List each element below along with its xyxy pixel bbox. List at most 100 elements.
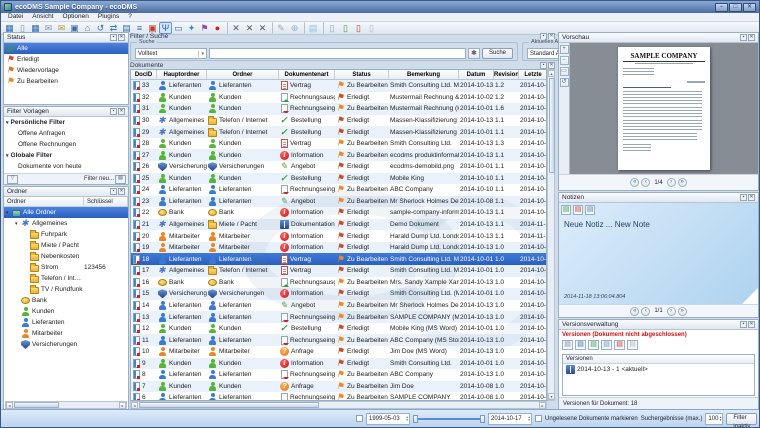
float-panel-icon[interactable]: ▪ (740, 34, 747, 41)
folder-tree-item[interactable]: ▾ Alle Ordner (4, 207, 128, 218)
float-panel-icon[interactable]: ▪ (540, 62, 547, 69)
folder-tree-item[interactable]: ▾ Allgemeines (4, 218, 128, 229)
scroll-left-icon[interactable]: ◂ (6, 402, 13, 409)
table-row[interactable]: 17 Allgemeines Telefon / Internet Vertra… (131, 265, 546, 277)
table-row[interactable]: 23 Lieferanten Lieferanten Angebot Zu Be… (131, 196, 546, 208)
menu-optionen[interactable]: Optionen (59, 13, 93, 21)
sticky-note[interactable]: ▤▤▤ Neue Notiz ... New Note 2014-11-18 1… (559, 203, 758, 304)
table-row[interactable]: 30 Allgemeines Telefon / Internet Bestel… (131, 115, 546, 127)
title-bar[interactable]: ecoDMS Sample Company - ecoDMS –□✕ (1, 1, 759, 13)
version-export-icon[interactable]: ▤ (588, 340, 599, 350)
folder-tree-item[interactable]: Kunden (4, 306, 128, 317)
version-copy-icon[interactable]: ▤ (601, 340, 612, 350)
scroll-right-icon[interactable]: ▸ (539, 402, 546, 409)
slider-handle-left[interactable] (413, 415, 418, 423)
close-panel-icon[interactable]: ✕ (748, 321, 755, 328)
header-hauptordner[interactable]: Hauptordner (157, 70, 207, 79)
table-row[interactable]: 29 Allgemeines Telefon / Internet Bestel… (131, 126, 546, 138)
table-row[interactable]: 32 Kunden Kunden Rechnungsausgang Erledi… (131, 92, 546, 104)
header-revision[interactable]: Revision (494, 70, 519, 79)
table-row[interactable]: 6 Lieferanten Lieferanten Rechnungseinga… (131, 392, 546, 401)
float-panel-icon[interactable]: ▪ (740, 194, 747, 201)
prev-page-icon[interactable]: ‹ (641, 178, 650, 187)
table-row[interactable]: 22 Bank Bank Information Erledigt sample… (131, 207, 546, 219)
date-range-slider[interactable] (413, 414, 485, 424)
header-status[interactable]: Status (335, 70, 389, 79)
menu-datei[interactable]: Datei (4, 13, 27, 21)
close-panel-icon[interactable]: ✕ (118, 188, 125, 195)
folders-hscrollbar[interactable]: ◂ ▸ (5, 401, 127, 409)
folder-tree-item[interactable]: Miete / Pacht (4, 240, 128, 251)
maximize-button[interactable]: □ (729, 3, 742, 12)
table-row[interactable]: 21 Allgemeines Miete / Pacht Dokumentati… (131, 219, 546, 231)
note-delete-icon[interactable]: ▤ (573, 205, 583, 215)
folder-tree-item[interactable]: Fuhrpark (4, 229, 128, 240)
folder-column-key[interactable]: Schlüssel (84, 197, 128, 206)
menu-ansicht[interactable]: Ansicht (28, 13, 57, 21)
note-edit-icon[interactable]: ▤ (585, 205, 595, 215)
search-button[interactable]: Suche (482, 48, 513, 59)
float-panel-icon[interactable]: ▪ (110, 34, 117, 41)
scroll-down-icon[interactable]: ▾ (548, 393, 555, 400)
new-filter-button[interactable]: ▤ (115, 175, 126, 184)
table-row[interactable]: 19 Mitarbeiter Mitarbeiter Information E… (131, 242, 546, 254)
note-add-icon[interactable]: ▤ (561, 205, 571, 215)
filter-template-item[interactable]: Dokumente von heute (4, 161, 128, 172)
menu-help[interactable]: ? (124, 13, 136, 21)
table-vscrollbar[interactable]: ▴ ▾ (547, 69, 555, 401)
status-filter-item[interactable]: Wiedervorlage (4, 65, 128, 76)
filter-template-item[interactable]: Offene Rechnungen (4, 139, 128, 150)
search-settings-icon[interactable]: ✱ (468, 48, 480, 59)
filter-inactive-button[interactable]: Filter inaktiv (726, 413, 757, 425)
header-datum[interactable]: Datum (459, 70, 494, 79)
folder-tree-item[interactable]: Bank (4, 295, 128, 306)
status-filter-item[interactable]: Alle (4, 43, 128, 54)
results-spinbox[interactable]: 100 ▴▾ (705, 413, 723, 425)
menu-plugins[interactable]: Plugins (94, 13, 123, 21)
status-filter-item[interactable]: Erledigt (4, 54, 128, 65)
table-row[interactable]: 15 Versicherungen Versicherungen Informa… (131, 288, 546, 300)
close-panel-icon[interactable]: ✕ (548, 62, 555, 69)
date-from-field[interactable]: 1999-05-03 ▴▾ (366, 413, 410, 425)
table-row[interactable]: 10 Mitarbeiter Mitarbeiter Anfrage Erled… (131, 346, 546, 358)
rotate-icon[interactable]: ↺ (560, 78, 569, 87)
date-to-field[interactable]: 2014-10-17 ▴▾ (488, 413, 532, 425)
minimize-button[interactable]: – (715, 3, 728, 12)
zoom-out-icon[interactable]: − (560, 56, 569, 65)
first-note-icon[interactable]: « (630, 307, 639, 316)
version-open-icon[interactable]: ▤ (562, 340, 573, 350)
float-panel-icon[interactable]: ▪ (110, 188, 117, 195)
last-note-icon[interactable]: » (678, 307, 687, 316)
table-row[interactable]: 14 Lieferanten Lieferanten Angebot Zu Be… (131, 300, 546, 312)
table-row[interactable]: 12 Kunden Kunden Bestellung Erledigt Mob… (131, 323, 546, 335)
folder-tree-item[interactable]: Nebenkosten (4, 251, 128, 262)
folder-tree-item[interactable]: Telefon / Internet (4, 273, 128, 284)
close-panel-icon[interactable]: ✕ (118, 108, 125, 115)
search-input[interactable] (209, 48, 466, 59)
table-hscrollbar[interactable]: ◂ ▸ (130, 401, 547, 409)
header-ordner[interactable]: Ordner (207, 70, 279, 79)
folder-tree-item[interactable]: TV / Rundfunk (4, 284, 128, 295)
folder-tree-item[interactable]: Lieferanten (4, 317, 128, 328)
folder-tree-item[interactable]: Mitarbeiter (4, 328, 128, 339)
table-row[interactable]: 31 Kunden Kunden Rechnungseingang Zu Bea… (131, 103, 546, 115)
version-item[interactable]: 2014-10-13 - 1 <aktuell> (563, 364, 754, 375)
zoom-in-icon[interactable]: + (560, 45, 569, 54)
header-dokumentenart[interactable]: Dokumentenart (279, 70, 335, 79)
slider-handle-right[interactable] (480, 415, 485, 423)
filter-template-item[interactable]: Offene Anfragen (4, 128, 128, 139)
fit-width-icon[interactable]: ▭ (560, 67, 569, 76)
search-mode-select[interactable]: Volltext▾ (135, 48, 207, 59)
table-row[interactable]: 26 Versicherungen Versicherungen Angebot… (131, 161, 546, 173)
table-row[interactable]: 16 Bank Bank Rechnungsausgang Zu Bearbei… (131, 277, 546, 289)
table-row[interactable]: 11 Lieferanten Lieferanten Rechnungseing… (131, 334, 546, 346)
table-row[interactable]: 20 Mitarbeiter Mitarbeiter Information E… (131, 230, 546, 242)
table-row[interactable]: 24 Lieferanten Lieferanten Rechnungseing… (131, 184, 546, 196)
filter-template-item[interactable]: Persönliche Filter (4, 117, 128, 128)
close-panel-icon[interactable]: ✕ (118, 34, 125, 41)
table-row[interactable]: 8 Lieferanten Lieferanten Rechnungseinga… (131, 369, 546, 381)
table-row[interactable]: 33 Lieferanten Lieferanten Vertrag Zu Be… (131, 80, 546, 92)
table-row[interactable]: 18 Lieferanten Lieferanten Vertrag Zu Be… (131, 253, 546, 265)
scroll-up-icon[interactable]: ▴ (548, 70, 555, 77)
apply-filter-button[interactable]: ▽ (7, 175, 18, 184)
